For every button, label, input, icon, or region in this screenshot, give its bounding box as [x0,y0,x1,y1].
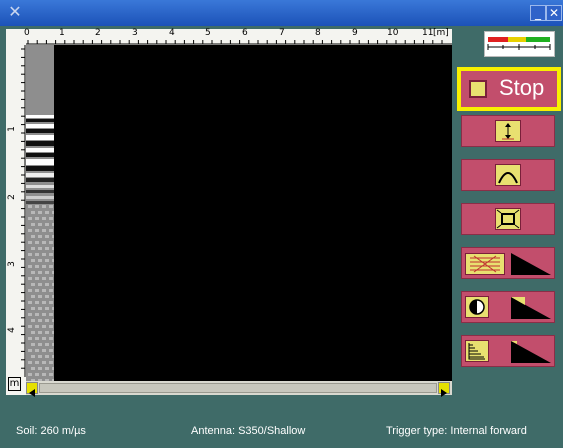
stop-square-icon [469,80,487,98]
ruler-tick-label: 0 [24,28,30,38]
ruler-tick-label: 2 [95,28,101,38]
antenna-status: Antenna: S350/Shallow [191,425,306,437]
depth-tick-label: 1 [6,126,17,132]
depth-unit-label: m [8,377,21,391]
ruler-tick-label: 5 [205,28,211,38]
ruler-tick-label: 10 [387,28,399,38]
scroll-thumb[interactable] [39,383,437,393]
hyperbola-icon [495,164,521,186]
depth-tick-label: 2 [6,194,17,200]
ruler-tick-label: 1 [59,28,65,38]
radar-trace-strip [26,45,54,381]
title-bar: ✕ _ ✕ [0,0,563,26]
stop-button[interactable]: Stop [457,67,561,111]
level-wedge-icon [511,253,551,275]
vertical-ruler: 1 2 3 4 [6,45,26,395]
ruler-tick-label: 8 [315,28,321,38]
radargram-panel: 0 1 2 3 4 5 6 7 8 9 10 11 [m] 1 2 3 4 m [6,28,452,397]
x-logo-icon: ✕ [8,2,22,21]
ruler-unit: [m] [433,28,449,38]
vertical-arrow-icon [495,120,521,142]
radargram-display[interactable] [54,45,452,381]
contrast-icon [465,296,489,318]
ruler-tick-label: 7 [279,28,285,38]
ruler-tick-label: 11 [422,28,434,38]
level-wedge-icon [511,341,551,363]
filter-level-button[interactable] [461,247,555,279]
soil-velocity-status: Soil: 260 m/µs [16,425,86,437]
depth-tick-label: 3 [6,261,17,267]
hyperbola-fit-button[interactable] [461,159,555,191]
contrast-level-button[interactable] [461,291,555,323]
close-button[interactable]: ✕ [546,5,562,21]
ruler-tick-label: 9 [352,28,358,38]
filter-icon [465,253,505,275]
minimize-button[interactable]: _ [530,5,546,21]
fit-screen-icon [495,208,521,230]
ruler-tick-label: 3 [132,28,138,38]
horizontal-ruler: 0 1 2 3 4 5 6 7 8 9 10 11 [m] [6,28,452,45]
gain-staircase-icon [465,340,489,362]
scroll-right-button[interactable] [438,382,450,397]
depth-cursor-button[interactable] [461,115,555,147]
stop-label: Stop [499,75,545,100]
ruler-tick-label: 6 [242,28,248,38]
zoom-fit-button[interactable] [461,203,555,235]
horizontal-scrollbar[interactable] [26,381,452,397]
depth-tick-label: 4 [6,327,17,333]
level-wedge-icon [511,297,551,319]
trigger-type-status: Trigger type: Internal forward [386,425,527,437]
gain-level-button[interactable] [461,335,555,367]
scroll-left-button[interactable] [26,382,38,397]
ruler-tick-label: 4 [169,28,175,38]
signal-level-meter [484,31,555,57]
